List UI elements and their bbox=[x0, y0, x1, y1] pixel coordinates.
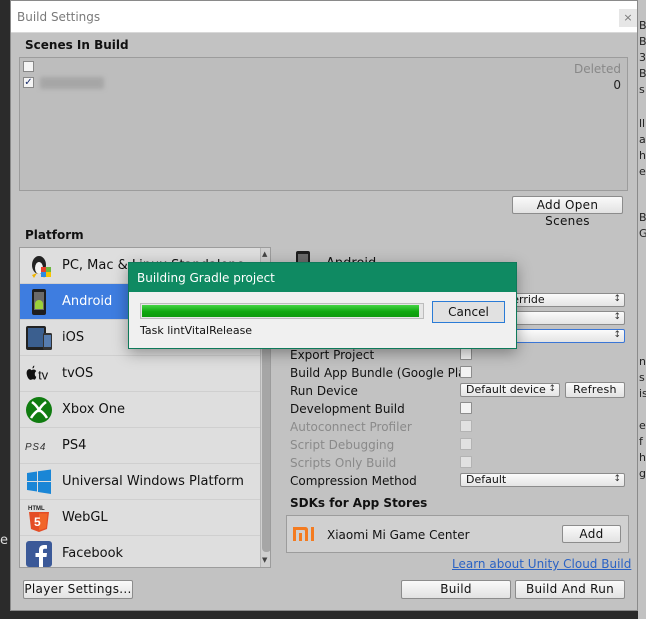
xbox-icon bbox=[25, 396, 53, 424]
svg-text:tv: tv bbox=[38, 368, 49, 383]
svg-text:PS4: PS4 bbox=[25, 442, 46, 453]
platform-item-xbox-one[interactable]: Xbox One bbox=[20, 392, 260, 428]
scroll-down-icon[interactable]: ▼ bbox=[262, 556, 267, 564]
platform-header: Platform bbox=[25, 228, 84, 242]
android-icon bbox=[25, 288, 53, 316]
title-bar: Build Settings × bbox=[11, 1, 637, 33]
script-debugging-label: Script Debugging bbox=[290, 438, 395, 452]
build-app-bundle-checkbox[interactable] bbox=[460, 366, 472, 378]
development-build-checkbox[interactable] bbox=[460, 402, 472, 414]
dialog-title-bar: Building Gradle project bbox=[129, 263, 516, 292]
autoconnect-profiler-label: Autoconnect Profiler bbox=[290, 420, 412, 434]
player-settings-button[interactable]: Player Settings... bbox=[23, 580, 133, 599]
svg-text:5: 5 bbox=[34, 515, 41, 529]
build-button[interactable]: Build bbox=[401, 580, 511, 599]
add-sdk-button[interactable]: Add bbox=[562, 525, 621, 543]
scene-checkbox[interactable]: ✓ bbox=[23, 77, 34, 88]
window-title: Build Settings bbox=[17, 10, 101, 24]
pc-mac-linux-icon bbox=[25, 252, 53, 280]
progress-fill bbox=[142, 305, 419, 317]
background-editor-right: BB3B s ll a h eBGn s is e f hg bbox=[638, 0, 646, 619]
run-device-dropdown[interactable]: Default device bbox=[460, 383, 560, 397]
store-name: Xiaomi Mi Game Center bbox=[327, 528, 470, 542]
platform-label: Xbox One bbox=[62, 402, 126, 417]
platform-label: Android bbox=[62, 294, 113, 309]
windows-icon bbox=[25, 468, 53, 496]
ps4-icon: PS4 bbox=[25, 432, 53, 460]
scripts-only-build-label: Scripts Only Build bbox=[290, 456, 397, 470]
build-progress-dialog: Building Gradle project Cancel Task lint… bbox=[128, 262, 517, 349]
sdk-store-row: Xiaomi Mi Game Center Add bbox=[286, 515, 629, 553]
learn-cloud-build-link[interactable]: Learn about Unity Cloud Build bbox=[452, 557, 631, 571]
platform-label: Universal Windows Platform bbox=[62, 474, 244, 489]
html5-icon: HTML 5 bbox=[25, 504, 53, 532]
platform-label: iOS bbox=[62, 330, 85, 345]
xiaomi-icon bbox=[292, 524, 318, 547]
platform-item-webgl[interactable]: HTML 5 WebGL bbox=[20, 500, 260, 536]
dialog-title: Building Gradle project bbox=[137, 271, 275, 285]
scenes-list[interactable]: ✓ Deleted 0 bbox=[19, 57, 628, 191]
scripts-only-build-checkbox[interactable] bbox=[460, 456, 472, 468]
scenes-header: Scenes In Build bbox=[25, 38, 129, 52]
platform-item-tvos[interactable]: tv tvOS bbox=[20, 356, 260, 392]
scene-name-redacted bbox=[40, 77, 104, 89]
add-open-scenes-button[interactable]: Add Open Scenes bbox=[512, 196, 623, 228]
refresh-button[interactable]: Refresh bbox=[565, 382, 625, 398]
background-editor-left: e bbox=[0, 0, 10, 619]
compression-method-dropdown[interactable]: Default bbox=[460, 473, 625, 487]
export-project-label: Export Project bbox=[290, 348, 375, 362]
cancel-button[interactable]: Cancel bbox=[432, 301, 505, 323]
deleted-label: Deleted bbox=[573, 62, 621, 76]
svg-text:HTML: HTML bbox=[28, 506, 45, 512]
task-status-text: Task lintVitalRelease bbox=[140, 324, 253, 337]
platform-label: WebGL bbox=[62, 510, 108, 525]
build-app-bundle-label: Build App Bundle (Google Play) bbox=[290, 366, 460, 380]
export-project-checkbox[interactable] bbox=[460, 348, 472, 360]
platform-item-facebook[interactable]: Facebook bbox=[20, 536, 260, 567]
ios-icon bbox=[25, 324, 53, 352]
scene-index: 0 bbox=[613, 78, 621, 92]
platform-item-uwp[interactable]: Universal Windows Platform bbox=[20, 464, 260, 500]
platform-label: Facebook bbox=[62, 546, 124, 561]
platform-label: PS4 bbox=[62, 438, 87, 453]
platform-label: tvOS bbox=[62, 366, 94, 381]
script-debugging-checkbox[interactable] bbox=[460, 438, 472, 450]
autoconnect-profiler-checkbox[interactable] bbox=[460, 420, 472, 432]
compression-method-label: Compression Method bbox=[290, 474, 417, 488]
scroll-up-icon[interactable]: ▲ bbox=[262, 250, 267, 258]
platform-item-ps4[interactable]: PS4 PS4 bbox=[20, 428, 260, 464]
tvos-icon: tv bbox=[25, 360, 53, 388]
sdks-header: SDKs for App Stores bbox=[290, 496, 428, 510]
close-icon[interactable]: × bbox=[619, 9, 637, 27]
development-build-label: Development Build bbox=[290, 402, 405, 416]
run-device-label: Run Device bbox=[290, 384, 358, 398]
build-and-run-button[interactable]: Build And Run bbox=[515, 580, 625, 599]
progress-bar bbox=[140, 303, 424, 319]
facebook-icon bbox=[25, 540, 53, 567]
scenes-select-all-checkbox[interactable] bbox=[23, 61, 34, 72]
